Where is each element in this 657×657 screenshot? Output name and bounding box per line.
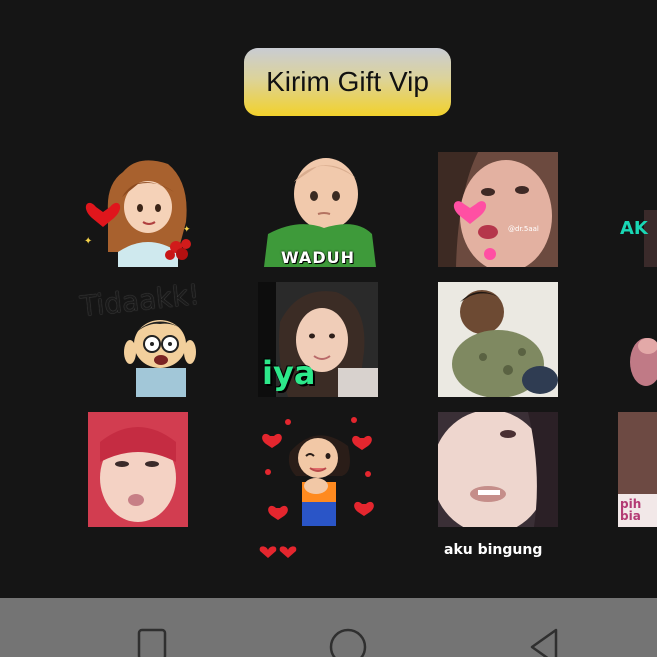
- watermark-text: @dr.5aal: [508, 225, 539, 233]
- triangle-back-icon: [530, 628, 558, 657]
- sticker-cartoon-girl-hearts[interactable]: ✦ ✦: [78, 152, 198, 267]
- sticker-aku-bingung[interactable]: aku bingung: [438, 542, 558, 558]
- sticker-nobita-tidaakk[interactable]: Tidaakk!: [78, 282, 198, 397]
- partial-caption-pih: pih bia: [620, 497, 642, 523]
- girl-closeup-photo: [438, 412, 558, 527]
- system-navigation-bar: [0, 598, 657, 657]
- partial-sticker-image: [644, 210, 657, 267]
- partial-caption-ak: AK: [620, 218, 648, 239]
- circle-icon: [329, 628, 367, 657]
- sticker-woman-iya[interactable]: iya: [258, 282, 378, 397]
- aku-bingung-caption: aku bingung: [444, 542, 543, 558]
- square-icon: [137, 628, 167, 657]
- sticker-partial-right-1[interactable]: AK: [618, 152, 657, 267]
- hijab-girl-photo: [88, 412, 188, 527]
- finger-heart-cartoon-image: [262, 417, 374, 526]
- sticker-hijab-girl[interactable]: [78, 412, 198, 527]
- sticker-partial-right-3[interactable]: pih bia: [618, 412, 657, 527]
- sticker-baby-waduh[interactable]: WADUH: [258, 152, 378, 267]
- waduh-caption: WADUH: [281, 248, 355, 267]
- girl-face-photo: [438, 152, 558, 267]
- sticker-chubby-kid[interactable]: [438, 282, 558, 397]
- svg-text:✦: ✦: [84, 236, 92, 247]
- kirim-gift-vip-label: Kirim Gift Vip: [266, 66, 429, 97]
- sticker-partial-bottom-hearts[interactable]: [258, 545, 378, 558]
- svg-text:✦: ✦: [183, 225, 191, 235]
- back-button[interactable]: [504, 598, 584, 657]
- sticker-girl-face-heart[interactable]: @dr.5aal: [438, 152, 558, 267]
- home-button[interactable]: [308, 598, 388, 657]
- sticker-cartoon-girl-finger-heart[interactable]: [258, 412, 378, 527]
- sticker-partial-right-2[interactable]: [618, 282, 657, 397]
- sticker-girl-closeup[interactable]: [438, 412, 558, 527]
- cartoon-girl-image: ✦ ✦: [84, 160, 191, 267]
- kirim-gift-vip-button[interactable]: Kirim Gift Vip: [244, 48, 451, 116]
- partial-hearts-image: [259, 546, 297, 558]
- partial-sticker-image: [630, 338, 657, 386]
- recent-apps-button[interactable]: [112, 598, 192, 657]
- iya-caption: iya: [262, 354, 316, 392]
- kid-photo: [438, 282, 558, 397]
